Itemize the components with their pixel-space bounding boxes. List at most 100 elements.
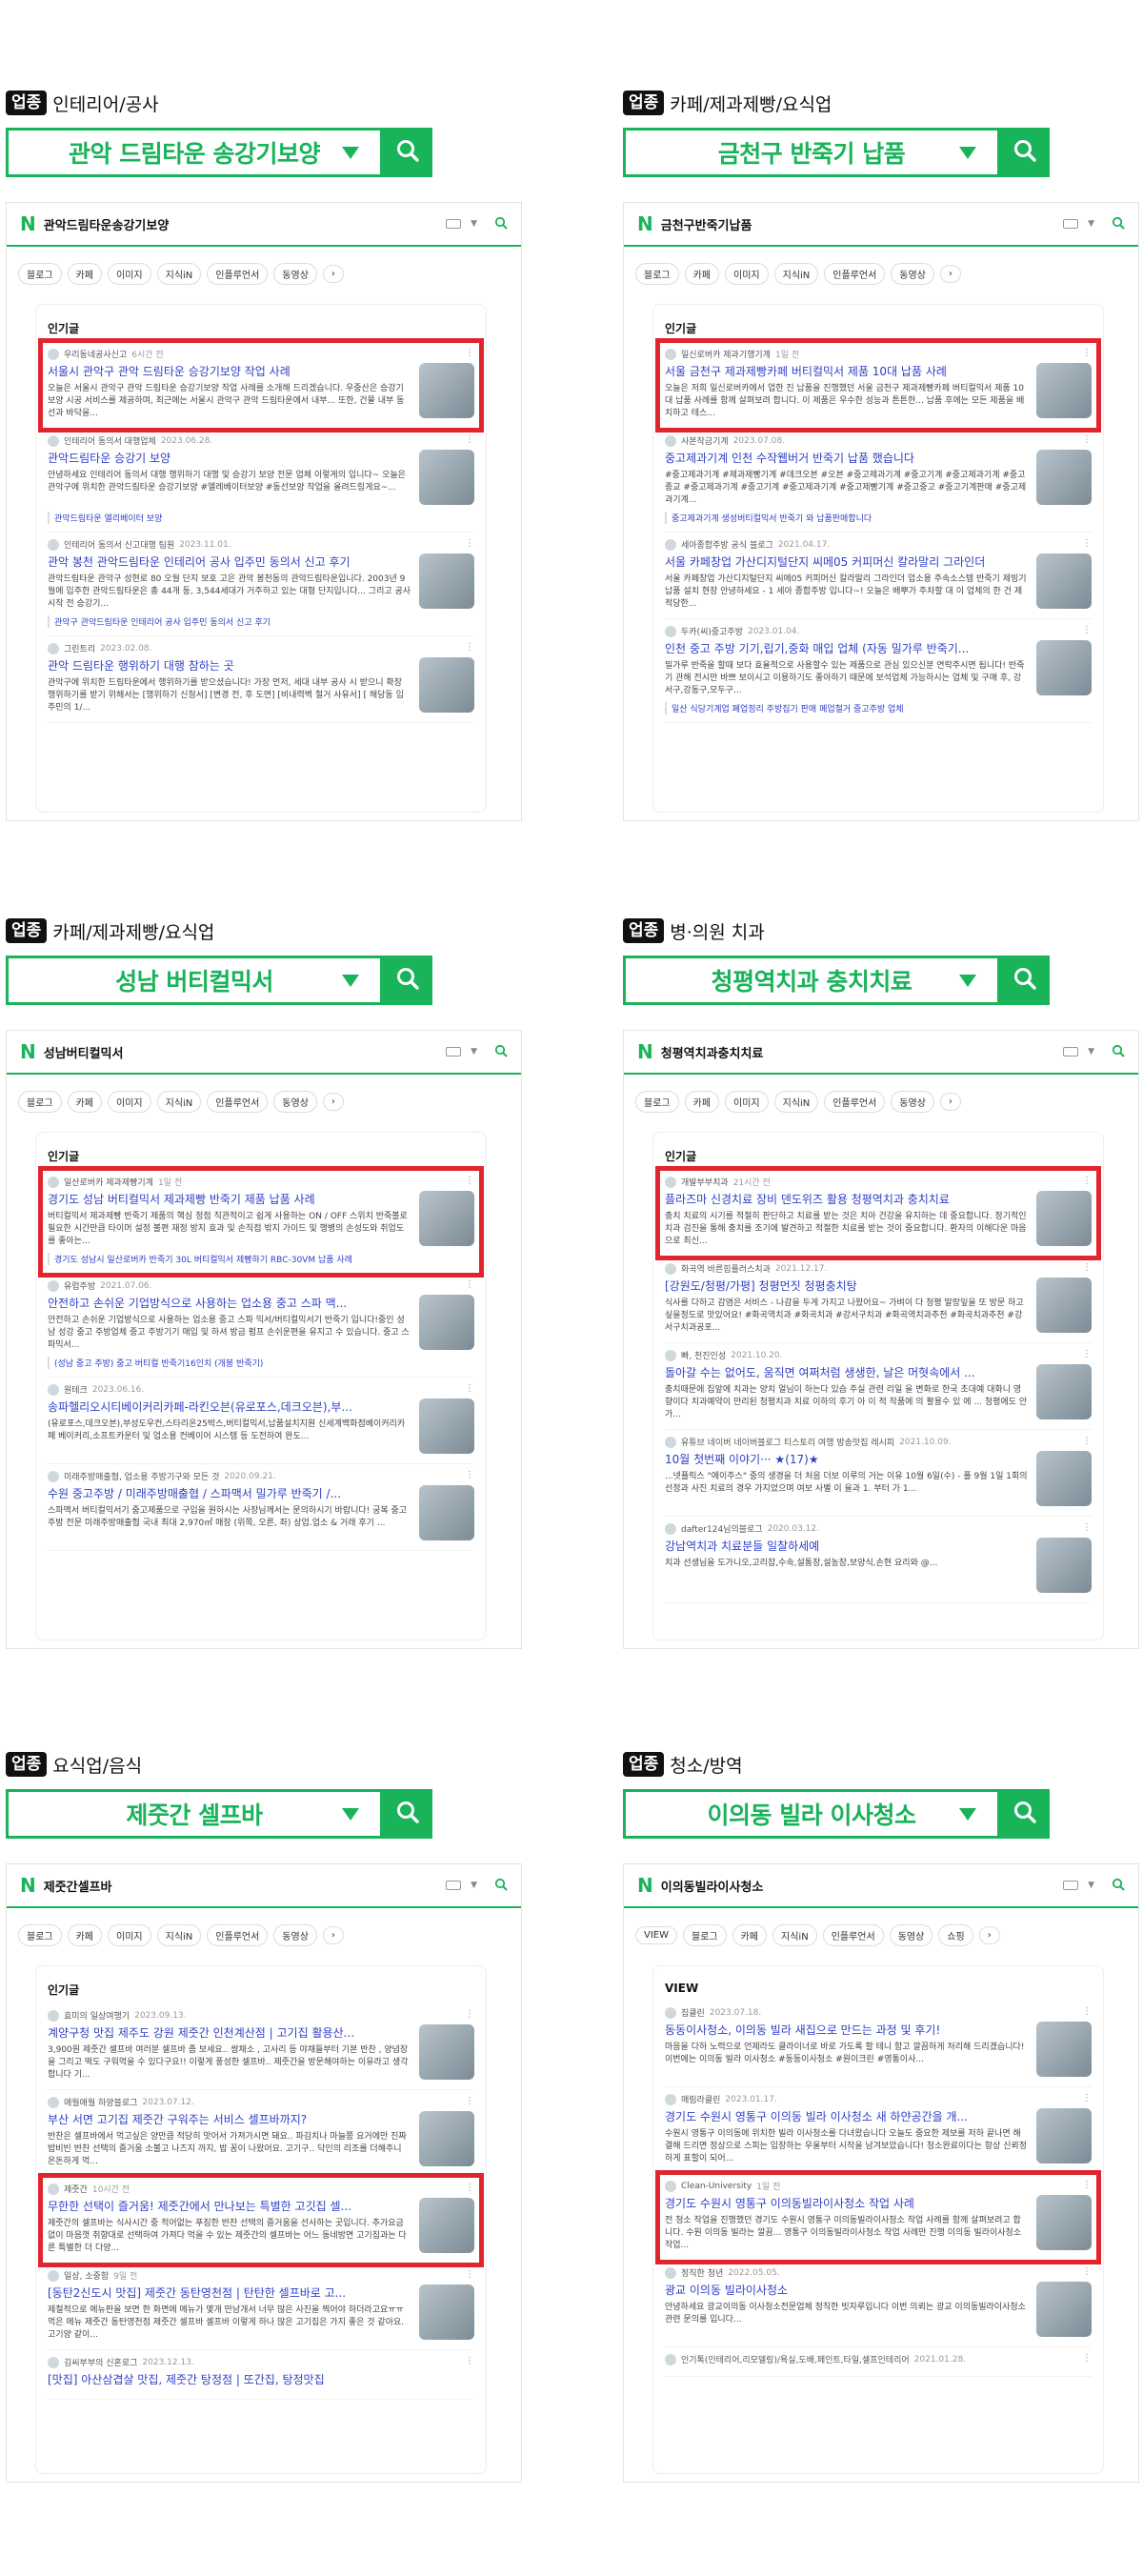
result-author[interactable]: 정직한 청년 — [681, 2266, 723, 2279]
search-tab[interactable]: 이미지 — [725, 1090, 769, 1113]
chevron-right-icon[interactable]: › — [978, 1925, 1000, 1944]
caret-down-icon[interactable]: ▼ — [471, 1047, 477, 1057]
search-tab[interactable]: 블로그 — [683, 1923, 727, 1946]
chevron-right-icon[interactable]: › — [322, 1925, 344, 1944]
search-tab[interactable]: 쇼핑 — [938, 1923, 973, 1946]
result-thumbnail[interactable] — [419, 553, 474, 609]
more-options-icon[interactable]: ⋮ — [465, 1470, 474, 1480]
result-title[interactable]: 돌아갈 수는 없어도, 움직면 여쩌처럼 생생한, 날은 머혓속에서 ... — [665, 1364, 1092, 1380]
search-tab[interactable]: 카페 — [67, 1090, 103, 1113]
search-icon[interactable] — [1112, 215, 1125, 233]
dropdown-triangle-icon[interactable] — [959, 975, 976, 987]
result-thumbnail[interactable] — [419, 657, 474, 713]
dropdown-triangle-icon[interactable] — [959, 147, 976, 159]
more-options-icon[interactable]: ⋮ — [1082, 1262, 1092, 1273]
result-title[interactable]: 동동이사청소, 이의동 빌라 새집으로 만드는 과정 및 후기! — [665, 2022, 1092, 2038]
result-thumbnail[interactable] — [1036, 553, 1092, 609]
result-title[interactable]: 계양구청 맛집 제주도 강원 제줏간 인천계산점 | 고기집 활용산... — [48, 2024, 474, 2041]
more-options-icon[interactable]: ⋮ — [1082, 625, 1092, 635]
result-thumbnail[interactable] — [419, 1485, 474, 1540]
result-author[interactable]: 일상, 소중함 — [64, 2269, 109, 2282]
search-tab[interactable]: 카페 — [67, 262, 103, 285]
result-item[interactable]: 효미의 일상여행기 2023.09.13. ⋮ 계양구청 맛집 제주도 강원 제줏간 … — [48, 2003, 474, 2090]
keyboard-icon[interactable] — [446, 1047, 462, 1057]
keyword-box[interactable]: 금천구 반죽기 납품 — [623, 128, 1000, 177]
more-options-icon[interactable]: ⋮ — [465, 538, 474, 549]
more-options-icon[interactable]: ⋮ — [1082, 1522, 1092, 1533]
result-thumbnail[interactable] — [1036, 2022, 1092, 2077]
result-item[interactable]: 일상, 소중함 9일 전 ⋮ [동탄2신도시 맛집] 제줏간 동탄영천점 | 탄탄한 … — [48, 2264, 474, 2350]
keyboard-icon[interactable] — [446, 219, 462, 229]
search-tab[interactable]: 이미지 — [725, 262, 769, 285]
search-tab[interactable]: 카페 — [732, 1923, 768, 1946]
keyboard-icon[interactable] — [1063, 1047, 1079, 1057]
result-author[interactable]: 원테크 — [64, 1383, 88, 1396]
search-icon[interactable] — [1112, 1877, 1125, 1895]
more-options-icon[interactable]: ⋮ — [465, 2356, 474, 2366]
result-thumbnail[interactable] — [419, 2111, 474, 2166]
result-title[interactable]: 부산 서면 고기집 제줏간 구워주는 서비스 셀프바까지? — [48, 2111, 474, 2127]
keyword-box[interactable]: 성남 버티컬믹서 — [6, 956, 383, 1005]
search-query[interactable]: 관악드림타운송강기보양 — [44, 215, 438, 233]
result-title[interactable]: 경기도 수원시 영통구 이의동 빌라 이사청소 새 하얀공간을 개... — [665, 2108, 1092, 2124]
search-tab[interactable]: 동영상 — [273, 1923, 317, 1946]
result-author[interactable]: 빠, 천진인성 — [681, 1349, 726, 1361]
result-thumbnail[interactable] — [419, 2024, 474, 2080]
more-options-icon[interactable]: ⋮ — [465, 2269, 474, 2280]
search-tab[interactable]: 블로그 — [635, 1090, 679, 1113]
search-tab[interactable]: 인플루언서 — [207, 1090, 269, 1113]
search-button[interactable] — [1000, 128, 1050, 177]
more-options-icon[interactable]: ⋮ — [1082, 2353, 1092, 2364]
result-sublink[interactable]: 관악구 관악드림타운 인테리어 공사 입주민 동의서 신고 후기 — [48, 615, 474, 628]
more-options-icon[interactable]: ⋮ — [465, 2096, 474, 2106]
result-thumbnail[interactable] — [1036, 1451, 1092, 1506]
search-button[interactable] — [383, 956, 432, 1005]
chevron-right-icon[interactable]: › — [322, 264, 344, 283]
result-item[interactable]: 미래주방매출협, 업소용 주방기구와 모든 것 2020.09.21. ⋮ 수원 중고… — [48, 1464, 474, 1551]
result-item[interactable]: 화곡역 바른힘플러스치과 2021.12.17. ⋮ [강원도/청평/가평] 청평먼짓… — [665, 1257, 1092, 1343]
search-button[interactable] — [383, 128, 432, 177]
search-tab[interactable]: 카페 — [684, 262, 720, 285]
result-item[interactable]: 사본작금기계 2023.07.08. ⋮ 중고제과기계 인천 수작웹버거 반죽기 납품… — [665, 429, 1092, 533]
result-title[interactable]: 관악 드림타운 행위하기 대행 참하는 곳 — [48, 657, 474, 674]
search-button[interactable] — [383, 1789, 432, 1839]
more-options-icon[interactable]: ⋮ — [465, 434, 474, 445]
result-author[interactable]: 효미의 일상여행기 — [64, 2009, 130, 2022]
dropdown-triangle-icon[interactable] — [342, 975, 359, 987]
search-query[interactable]: 청평역치과충치치료 — [661, 1043, 1055, 1061]
keyboard-icon[interactable] — [446, 1881, 462, 1890]
search-tab[interactable]: VIEW — [635, 1925, 677, 1944]
result-sublink[interactable]: 일산 식당기계업 폐업정리 주방집기 판매 폐업철거 중고주방 업체 — [665, 702, 1092, 714]
search-tab[interactable]: 지식iN — [156, 1090, 202, 1113]
search-query[interactable]: 제줏간셀프바 — [44, 1877, 438, 1895]
search-tab[interactable]: 인플루언서 — [824, 262, 886, 285]
result-author[interactable]: 집클린 — [681, 2006, 705, 2019]
result-author[interactable]: 화곡역 바른힘플러스치과 — [681, 1262, 771, 1275]
more-options-icon[interactable]: ⋮ — [465, 1383, 474, 1394]
result-author[interactable]: 사본작금기계 — [681, 434, 729, 447]
result-item[interactable]: dafter124님의블로그 2020.03.12. ⋮ 강남역치과 치료분들 일찰하… — [665, 1517, 1092, 1603]
result-title[interactable]: 수원 중고주방 / 미래주방매출협 / 스파맥서 밀가루 반죽기 /... — [48, 1485, 474, 1501]
search-query[interactable]: 성남버티컬믹서 — [44, 1043, 438, 1061]
result-title[interactable]: 송파헬리오시티베이커리카페-라킨오븐(유로포스,데크오븐),부... — [48, 1399, 474, 1415]
result-item[interactable]: 인테리어 동의서 대행업체 2023.06.28. ⋮ 관악드림타운 승강기 보양 안녕… — [48, 429, 474, 533]
more-options-icon[interactable]: ⋮ — [1082, 538, 1092, 549]
result-author[interactable]: 미래주방매출협, 업소용 주방기구와 모든 것 — [64, 1470, 219, 1482]
search-tab[interactable]: 블로그 — [18, 1923, 62, 1946]
result-title[interactable]: [맛집] 아산삼겹살 맛집, 제줏간 탕정점 | 또간집, 탕정맛집 — [48, 2371, 474, 2387]
more-options-icon[interactable]: ⋮ — [465, 1279, 474, 1290]
result-author[interactable]: 김씨부부의 신혼로그 — [64, 2356, 137, 2368]
search-icon[interactable] — [494, 1043, 508, 1061]
result-item[interactable]: 매림라클린 2023.01.17. ⋮ 경기도 수원시 영통구 이의동 빌라 이사청소… — [665, 2087, 1092, 2174]
result-item[interactable]: 집클린 2023.07.18. ⋮ 동동이사청소, 이의동 빌라 새집으로 만드는 과… — [665, 2001, 1092, 2087]
caret-down-icon[interactable]: ▼ — [1088, 1881, 1094, 1890]
result-author[interactable]: 애월애월 하양블로그 — [64, 2096, 137, 2108]
more-options-icon[interactable]: ⋮ — [1082, 1349, 1092, 1359]
result-author[interactable]: 인테리어 동의서 대행업체 — [64, 434, 156, 447]
search-tab[interactable]: 블로그 — [18, 1090, 62, 1113]
more-options-icon[interactable]: ⋮ — [465, 642, 474, 653]
caret-down-icon[interactable]: ▼ — [1088, 1047, 1094, 1057]
more-options-icon[interactable]: ⋮ — [1082, 2006, 1092, 2017]
result-author[interactable]: 두카(씨)중고주방 — [681, 625, 743, 637]
result-thumbnail[interactable] — [419, 2284, 474, 2340]
